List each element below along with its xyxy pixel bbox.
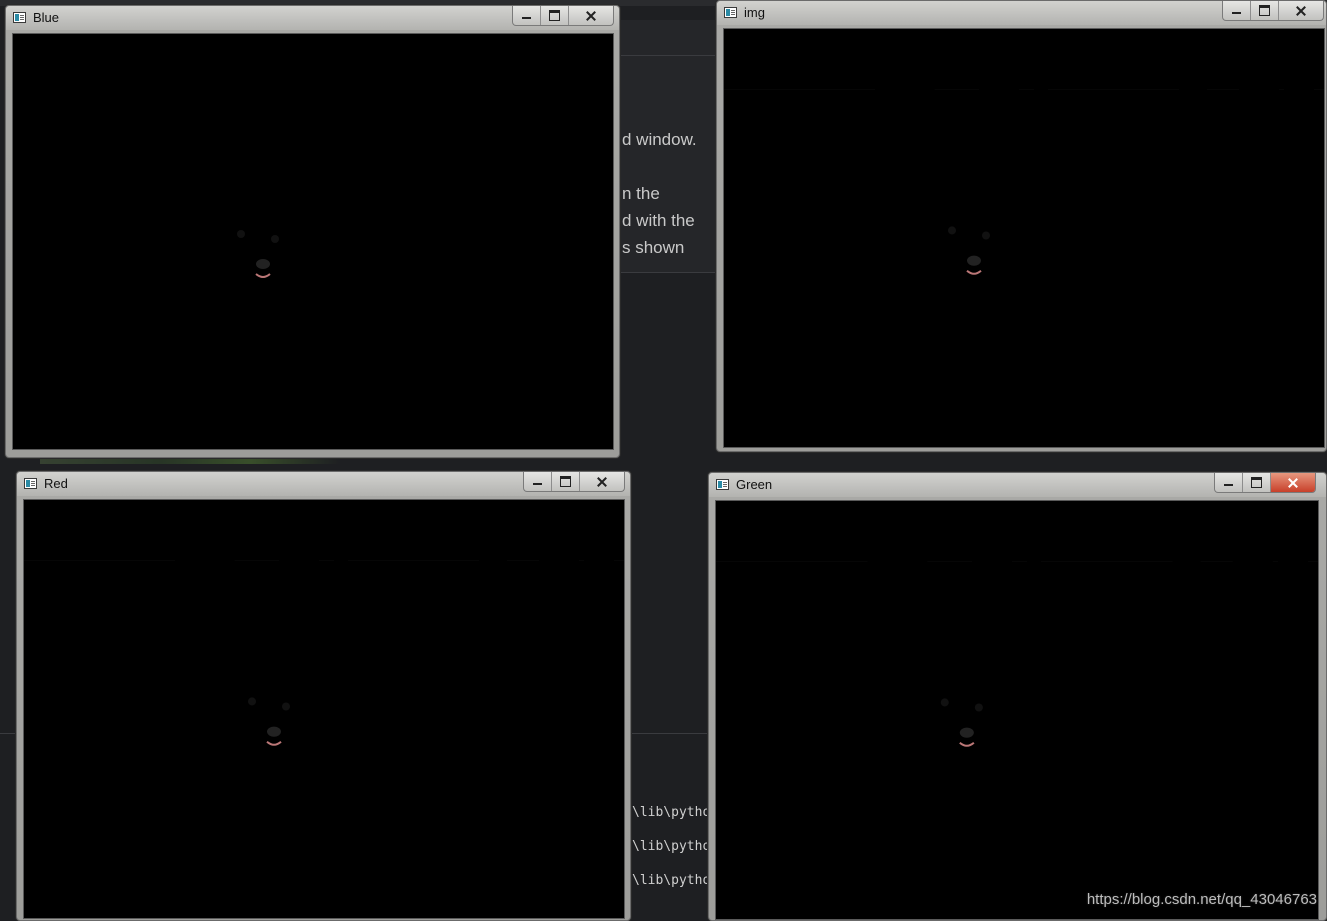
app-window-icon xyxy=(24,478,37,489)
maximize-button[interactable] xyxy=(551,472,579,491)
window-titlebar[interactable]: Green xyxy=(709,473,1326,497)
image-display-red: .r .c-wall{fill:#e2e2e2}.r .c-floor{fill… xyxy=(23,499,625,919)
code-snippet-fragment xyxy=(40,458,340,464)
maximize-button[interactable] xyxy=(540,6,568,25)
terminal-line: \lib\python xyxy=(632,839,719,854)
app-window-icon xyxy=(13,12,26,23)
minimize-button[interactable] xyxy=(524,472,551,491)
window-title: img xyxy=(744,5,765,20)
close-button[interactable] xyxy=(568,6,613,25)
minimize-button[interactable] xyxy=(1215,473,1242,492)
app-window-icon xyxy=(716,479,729,490)
window-controls xyxy=(512,6,614,26)
window-controls xyxy=(1214,473,1316,493)
window-img[interactable]: img .o .c-wall{fill:#e8c598}.o .c-floor{… xyxy=(716,0,1327,452)
puppy-image: .r .c-wall{fill:#e2e2e2}.r .c-floor{fill… xyxy=(24,500,624,918)
minimize-button[interactable] xyxy=(1223,1,1250,20)
window-controls xyxy=(1222,1,1324,21)
image-display-green: .g .c-wall{fill:#a8a8a8}.g .c-floor{fill… xyxy=(715,500,1319,920)
window-blue[interactable]: Blue .b .c-wall{fill:#6a6a6a}.b .c-floor… xyxy=(5,5,620,458)
editor-text-line: d with the xyxy=(622,211,695,230)
editor-text-line: n the xyxy=(622,184,660,203)
window-title: Red xyxy=(44,476,68,491)
puppy-image: .b .c-wall{fill:#6a6a6a}.b .c-floor{fill… xyxy=(13,34,613,449)
editor-text-line: d window. xyxy=(622,130,697,149)
terminal-line: \lib\python xyxy=(632,805,719,820)
window-green[interactable]: Green .g .c-wall{fill:#a8a8a8}.g .c-floo… xyxy=(708,472,1327,921)
maximize-button[interactable] xyxy=(1242,473,1270,492)
window-red[interactable]: Red .r .c-wall{fill:#e2e2e2}.r .c-floor{… xyxy=(16,471,631,921)
window-title: Green xyxy=(736,477,773,492)
editor-separator xyxy=(620,55,715,56)
window-titlebar[interactable]: Blue xyxy=(6,6,619,30)
window-controls xyxy=(523,472,625,492)
window-titlebar[interactable]: img xyxy=(717,1,1326,25)
window-titlebar[interactable]: Red xyxy=(17,472,630,496)
close-button[interactable] xyxy=(1270,473,1315,492)
minimize-button[interactable] xyxy=(513,6,540,25)
puppy-image: .o .c-wall{fill:#e8c598}.o .c-floor{fill… xyxy=(724,29,1324,447)
puppy-image: .g .c-wall{fill:#a8a8a8}.g .c-floor{fill… xyxy=(716,501,1318,919)
close-button[interactable] xyxy=(579,472,624,491)
window-title: Blue xyxy=(33,10,60,25)
maximize-button[interactable] xyxy=(1250,1,1278,20)
image-display-img: .o .c-wall{fill:#e8c598}.o .c-floor{fill… xyxy=(723,28,1325,448)
app-window-icon xyxy=(724,7,737,18)
editor-text-line: s shown xyxy=(622,238,685,257)
watermark-text: https://blog.csdn.net/qq_43046763 xyxy=(1086,891,1317,908)
terminal-line: \lib\python xyxy=(632,873,719,888)
close-button[interactable] xyxy=(1278,1,1323,20)
image-display-blue: .b .c-wall{fill:#6a6a6a}.b .c-floor{fill… xyxy=(12,33,614,450)
